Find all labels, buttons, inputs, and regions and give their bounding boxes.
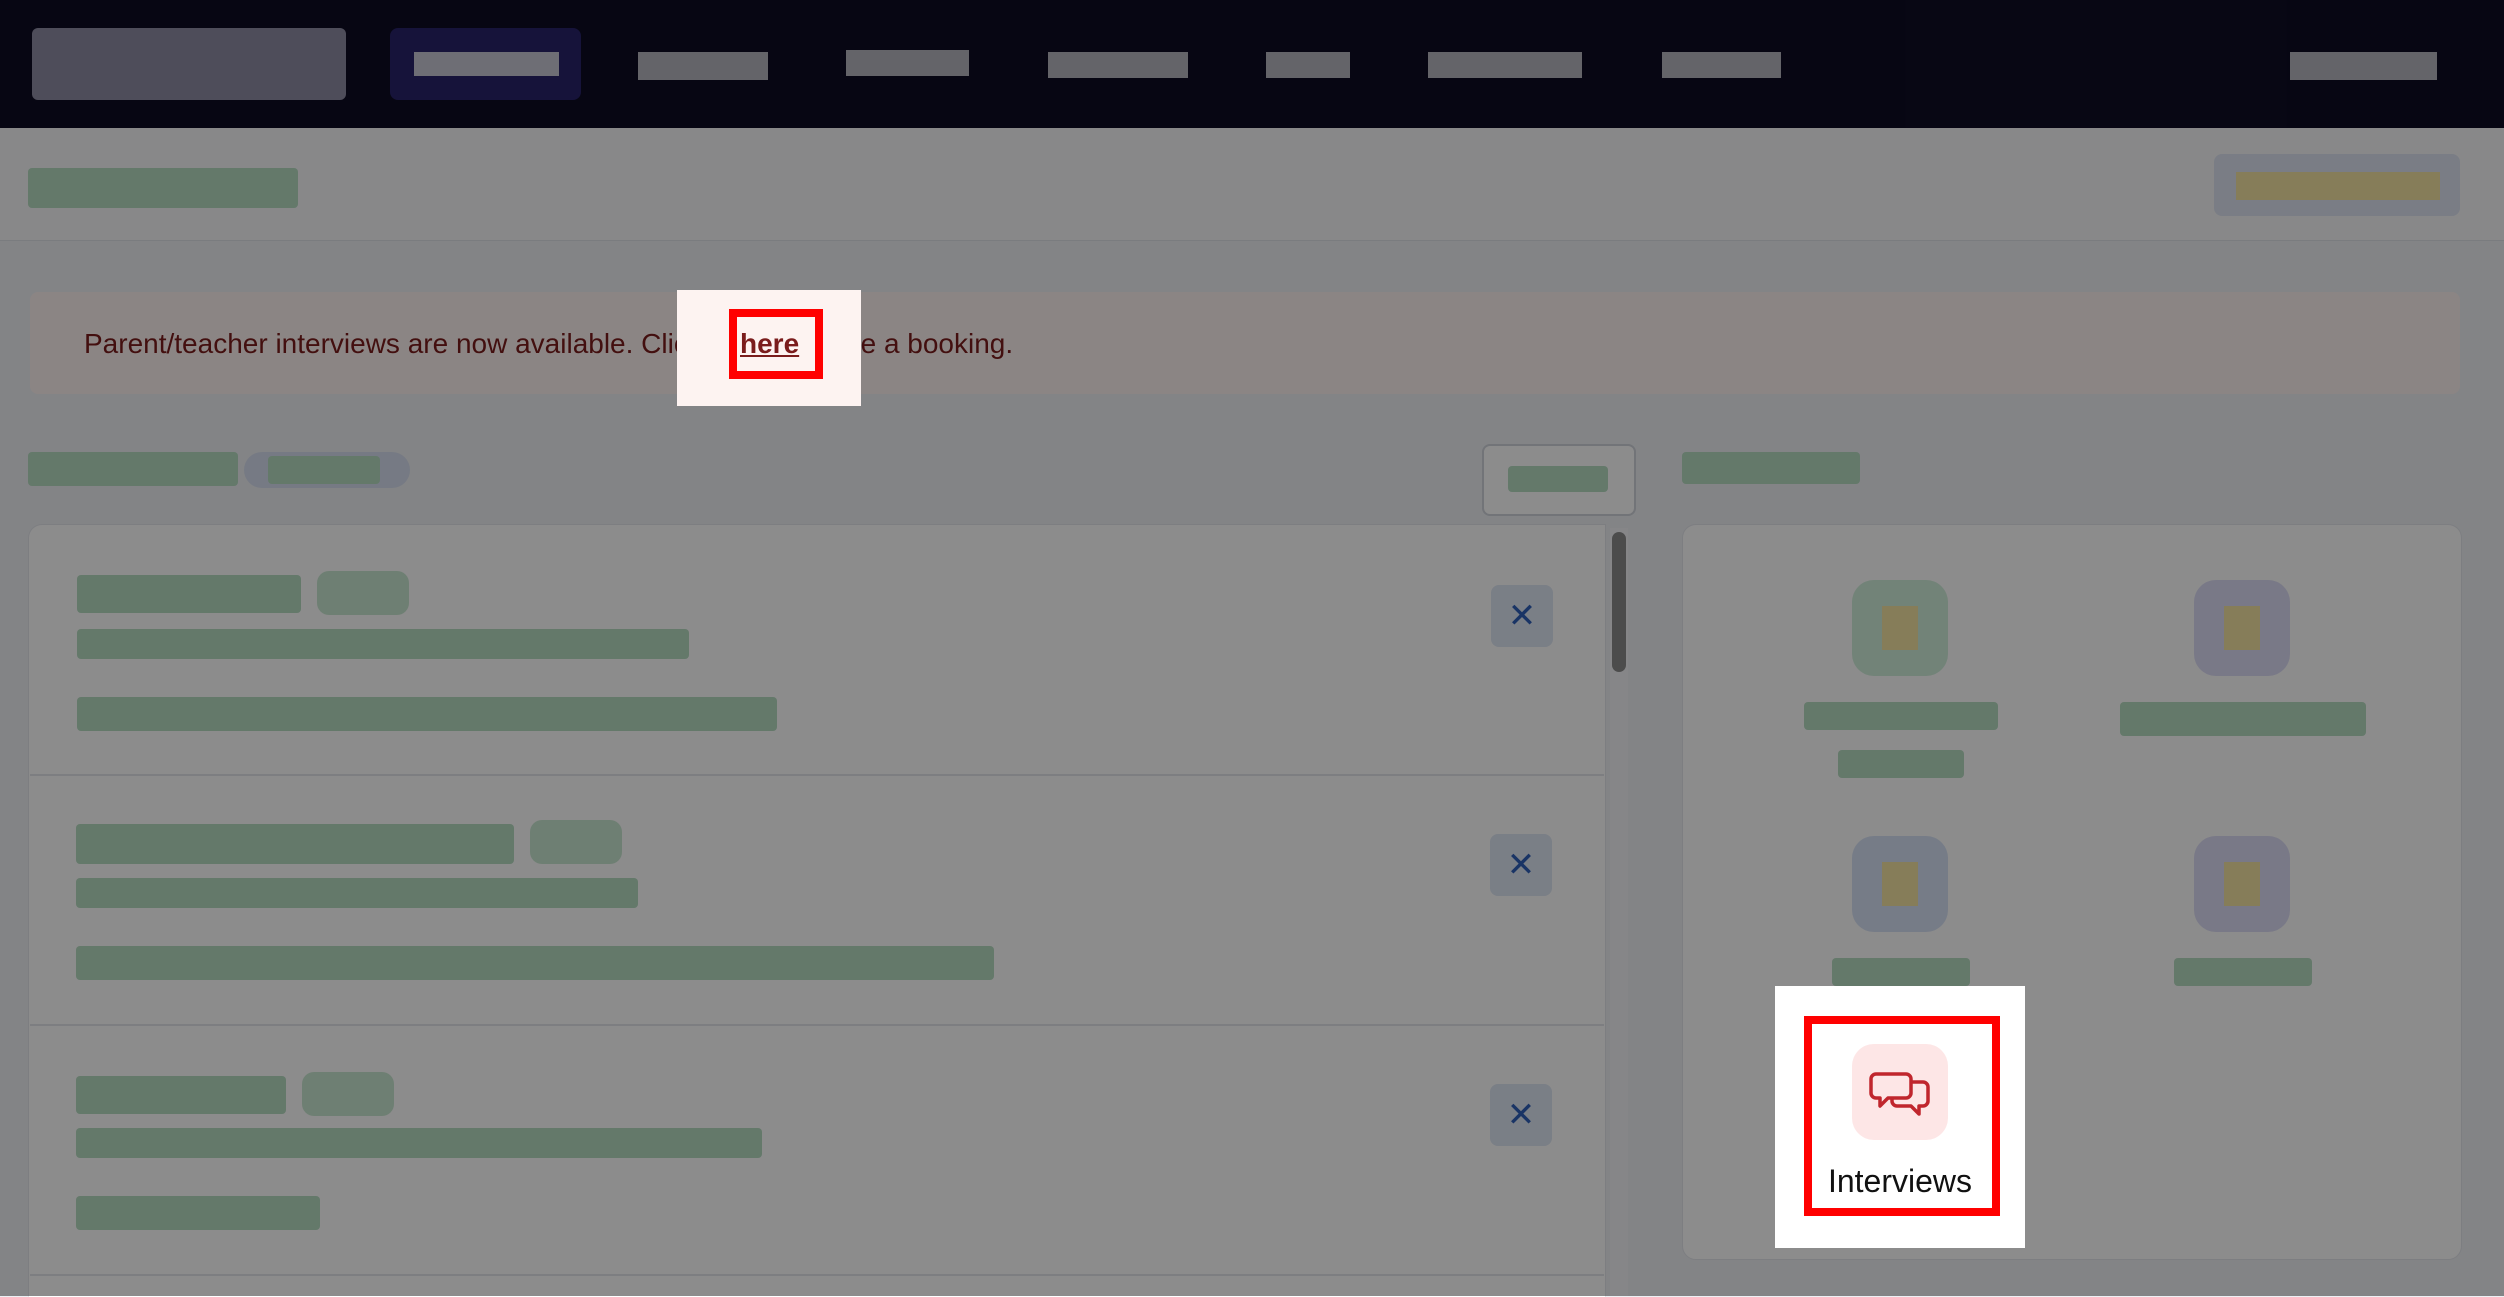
page-title (28, 168, 298, 208)
top-navigation (0, 0, 2504, 128)
highlight-box-here (729, 309, 823, 379)
close-icon[interactable]: ✕ (1490, 834, 1552, 896)
header-action-button[interactable] (2214, 154, 2460, 216)
quick-link-label (2174, 958, 2312, 986)
quick-link-icon[interactable] (1852, 836, 1948, 932)
item-title (76, 824, 514, 864)
quick-link-label (1838, 750, 1964, 778)
item-tag (302, 1072, 394, 1116)
row-divider (30, 1274, 1604, 1276)
item-detail (76, 1196, 320, 1230)
item-title (76, 1076, 286, 1114)
filter-button-label (1508, 466, 1608, 492)
filter-button[interactable] (1482, 444, 1636, 516)
banner-message: Parent/teacher interviews are now availa… (84, 328, 1013, 360)
logo[interactable] (32, 28, 346, 100)
nav-item[interactable] (638, 52, 768, 80)
header-action-label (2236, 172, 2440, 200)
row-divider (30, 1024, 1604, 1026)
nav-item-label (414, 52, 559, 76)
item-detail (77, 697, 777, 731)
banner-text-before: Parent/teacher interviews are now availa… (84, 328, 710, 359)
quick-link-label (1804, 702, 1998, 730)
nav-item[interactable] (1048, 52, 1188, 78)
item-subtitle (76, 1128, 762, 1158)
section-badge-label (268, 456, 380, 484)
user-menu[interactable] (2290, 52, 2437, 80)
nav-item[interactable] (846, 50, 969, 76)
quick-link-label (1832, 958, 1970, 986)
quick-link-icon[interactable] (2194, 836, 2290, 932)
nav-item[interactable] (1662, 52, 1781, 78)
page-header (0, 128, 2504, 241)
section-title (28, 452, 238, 486)
section-badge (244, 452, 410, 488)
quick-link-icon[interactable] (1852, 580, 1948, 676)
row-divider (30, 774, 1604, 776)
close-icon[interactable]: ✕ (1490, 1084, 1552, 1146)
item-tag (317, 571, 409, 615)
quick-links-title (1682, 452, 1860, 484)
highlight-box-interviews (1804, 1016, 2000, 1216)
nav-item[interactable] (1266, 52, 1350, 78)
quick-link-label (2120, 702, 2366, 736)
item-detail (76, 946, 994, 980)
scrollbar-thumb[interactable] (1612, 532, 1626, 672)
item-tag (530, 820, 622, 864)
items-list: ✕ (28, 524, 1606, 1297)
item-subtitle (77, 629, 689, 659)
close-icon[interactable]: ✕ (1491, 585, 1553, 647)
item-subtitle (76, 878, 638, 908)
item-title (77, 575, 301, 613)
quick-link-icon[interactable] (2194, 580, 2290, 676)
nav-item[interactable] (1428, 52, 1582, 78)
nav-item-active[interactable] (390, 28, 581, 100)
